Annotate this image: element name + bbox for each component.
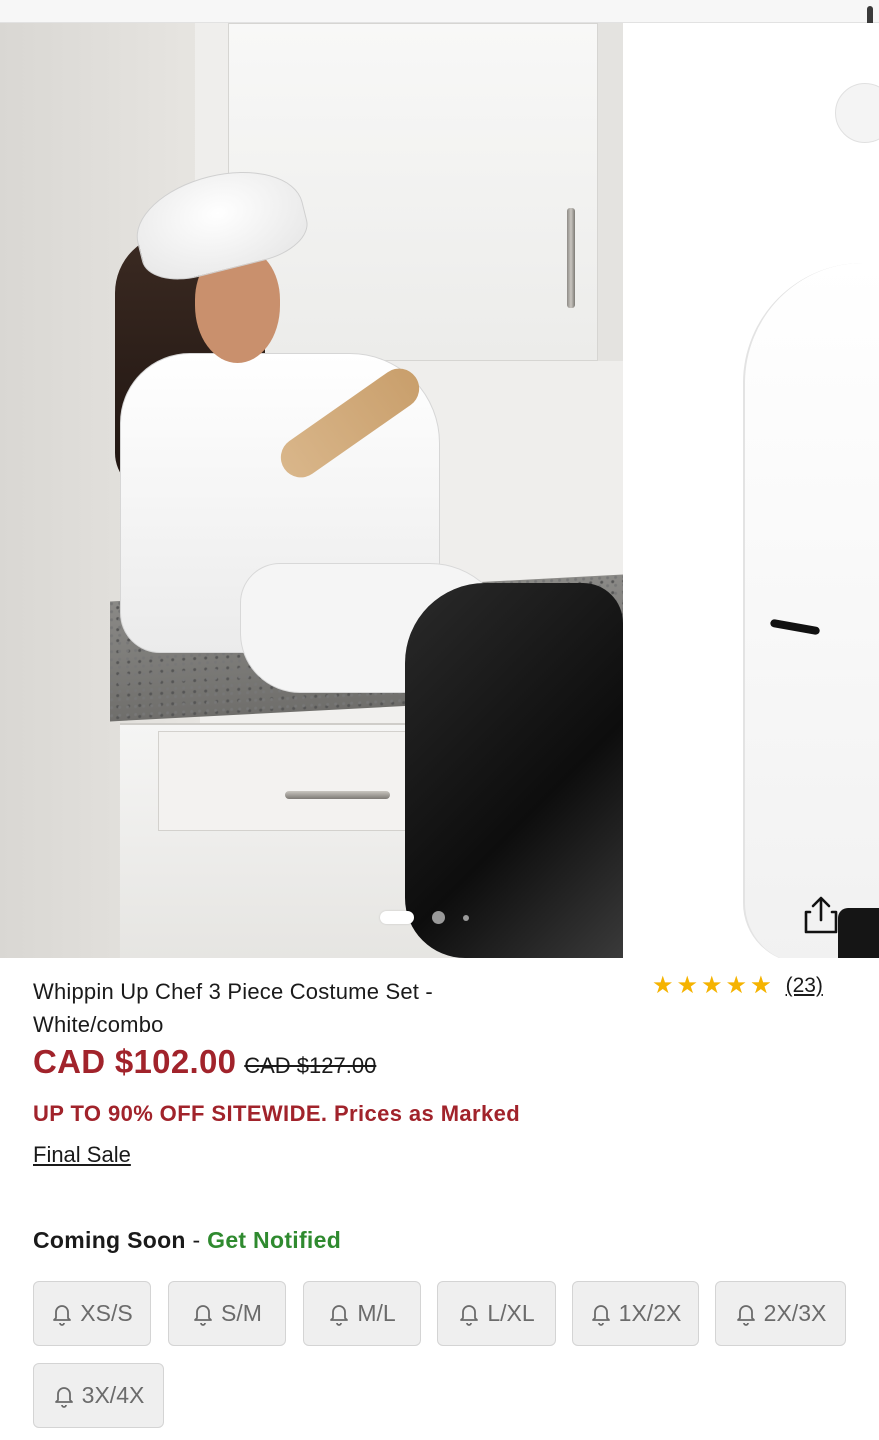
carousel-dot[interactable] (432, 911, 445, 924)
size-option-2x-3x[interactable]: 2X/3X (715, 1281, 846, 1346)
bell-icon (736, 1304, 755, 1326)
share-button[interactable] (797, 891, 845, 939)
size-label: XS/S (80, 1300, 133, 1326)
size-label: L/XL (487, 1300, 535, 1326)
bell-icon (53, 1304, 72, 1326)
carousel-pagination (380, 911, 469, 924)
bell-icon (460, 1304, 479, 1326)
star-icon: ★ (652, 972, 674, 999)
availability-separator: - (185, 1227, 208, 1253)
promo-banner: UP TO 90% OFF SITEWIDE. Prices as Marked (33, 1101, 521, 1126)
availability-line: Coming Soon - Get Notified (33, 1227, 341, 1254)
availability-status: Coming Soon (33, 1227, 186, 1253)
get-notified-link[interactable]: Get Notified (207, 1227, 341, 1253)
rating-stars: ★ ★ ★ ★ ★ (652, 972, 772, 1000)
carousel-dot[interactable] (463, 914, 469, 921)
original-price: CAD $127.00 (244, 1053, 377, 1078)
size-option-xs-s[interactable]: XS/S (33, 1281, 151, 1346)
star-icon: ★ (725, 972, 748, 999)
size-option-l-xl[interactable]: L/XL (437, 1281, 556, 1346)
star-half-icon: ★ (750, 972, 772, 999)
size-label: M/L (357, 1300, 396, 1326)
product-title: Whippin Up Chef 3 Piece Costume Set - Wh… (33, 979, 433, 1037)
share-icon (804, 896, 838, 934)
carousel-dot-active[interactable] (380, 911, 414, 924)
price-row: CAD $102.00 CAD $127.00 (33, 1043, 376, 1081)
size-option-1x-2x[interactable]: 1X/2X (572, 1281, 699, 1346)
bell-icon (54, 1386, 73, 1408)
browser-top-bar (0, 0, 879, 23)
size-option-s-m[interactable]: S/M (168, 1281, 286, 1346)
bell-icon (194, 1304, 212, 1326)
size-label: 3X/4X (81, 1382, 145, 1408)
product-image-next[interactable] (623, 23, 879, 958)
size-label: 2X/3X (763, 1300, 827, 1326)
size-option-m-l[interactable]: M/L (303, 1281, 421, 1346)
size-option-3x-4x[interactable]: 3X/4X (33, 1363, 164, 1428)
size-label: 1X/2X (618, 1300, 682, 1326)
bell-icon (591, 1304, 610, 1326)
size-label: S/M (221, 1300, 262, 1326)
product-image-main[interactable] (0, 23, 623, 958)
bell-icon (330, 1304, 349, 1326)
product-rating[interactable]: ★ ★ ★ ★ ★ (23) (652, 972, 823, 1000)
star-icon: ★ (676, 972, 699, 999)
review-count-link[interactable]: (23) (786, 974, 823, 998)
star-icon: ★ (701, 972, 723, 999)
sale-price: CAD $102.00 (33, 1043, 237, 1080)
final-sale-link[interactable]: Final Sale (33, 1142, 131, 1168)
product-image-carousel[interactable] (0, 23, 879, 958)
